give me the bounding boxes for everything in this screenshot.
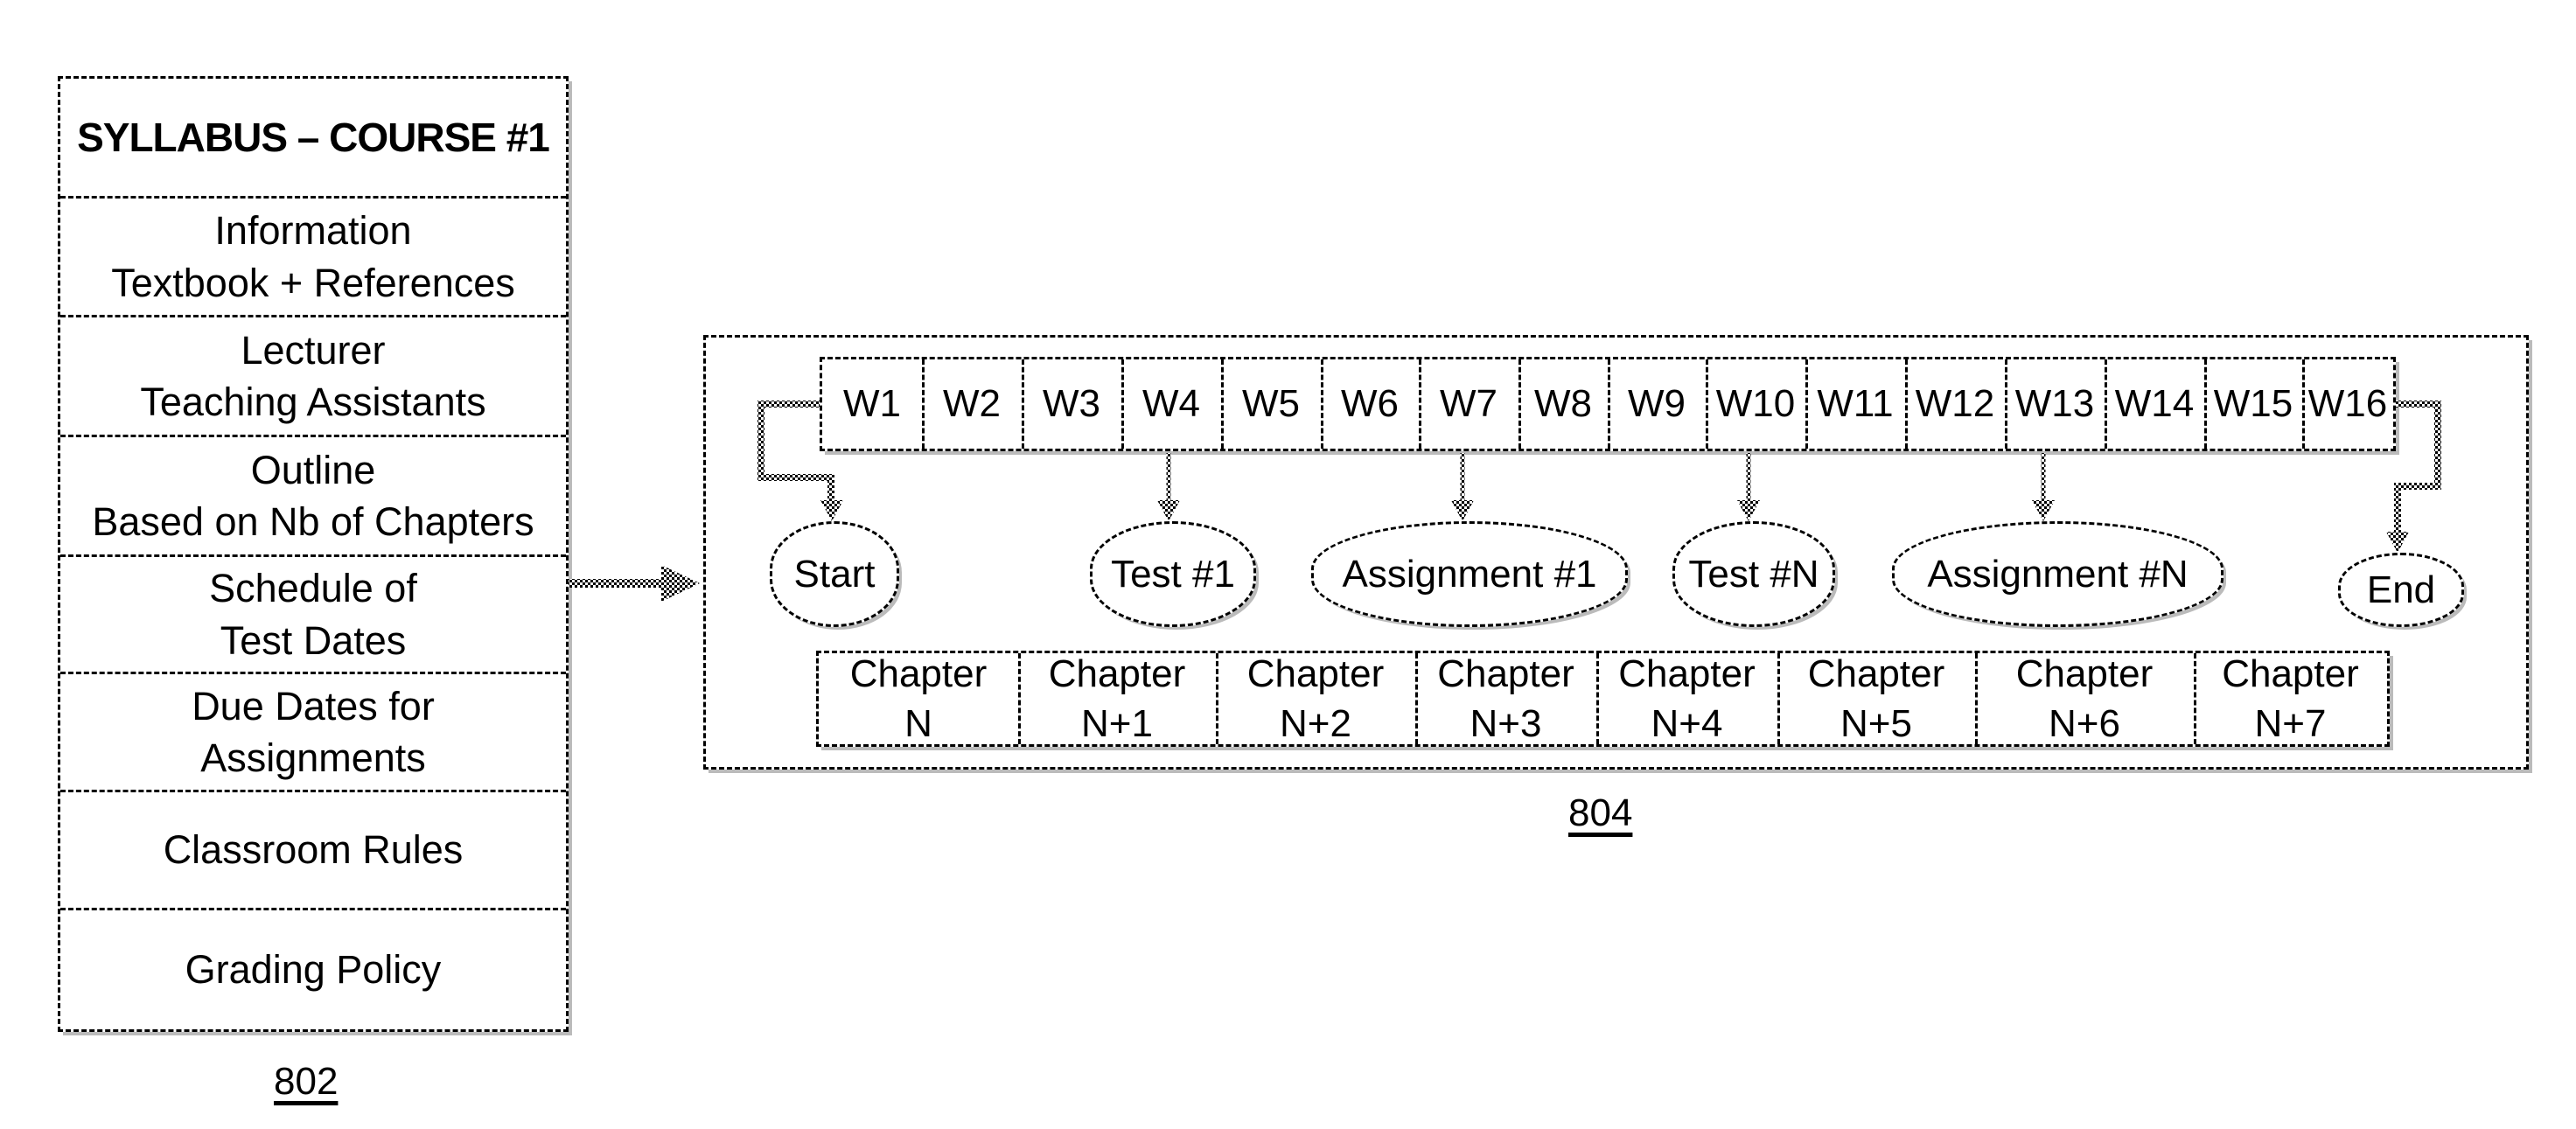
chapter-number: N+6 (2049, 702, 2120, 745)
chapter-number: N+5 (1840, 702, 1912, 745)
chapter-number: N (904, 702, 932, 745)
event-start: Start (770, 521, 899, 627)
syllabus-item-test-schedule: Schedule of Test Dates (60, 557, 566, 674)
chapter-label: Chapter (2222, 652, 2359, 695)
chapter-number: N+3 (1470, 702, 1542, 745)
arrow-head (661, 565, 700, 602)
week-cell: W14 (2105, 359, 2207, 449)
syllabus-title: SYLLABUS – COURSE #1 (60, 79, 566, 199)
chapter-label: Chapter (849, 652, 988, 695)
chapter-label: Chapter (1618, 652, 1756, 695)
syllabus-box: SYLLABUS – COURSE #1 Information Textboo… (58, 76, 569, 1032)
chapter-cell: Chapter N+2 (1216, 652, 1418, 745)
week-cell: W10 (1706, 359, 1808, 449)
chapter-number: N+1 (1081, 702, 1153, 745)
syllabus-item-lecturer: Lecturer Teaching Assistants (60, 317, 566, 437)
chapter-number: N+4 (1651, 702, 1723, 745)
schedule-ref-label: 804 (1568, 791, 1633, 834)
week-cell: W3 (1022, 359, 1124, 449)
week-cell: W16 (2307, 382, 2388, 425)
chapter-cell: Chapter N+3 (1415, 652, 1599, 745)
chapter-label: Chapter (1437, 652, 1574, 695)
syllabus-item-due-dates: Due Dates for Assignments (60, 674, 566, 792)
syllabus-ref-label: 802 (274, 1060, 339, 1103)
syllabus-item-information: Information Textbook + References (60, 199, 566, 317)
chapter-cell: Chapter N+5 (1777, 652, 1978, 745)
syllabus-item-grading-policy: Grading Policy (185, 947, 442, 993)
chapter-cell: Chapter N+7 (2194, 652, 2387, 745)
event-end: End (2338, 553, 2464, 627)
week-cell: W6 (1321, 359, 1421, 449)
chapter-label: Chapter (1807, 652, 1945, 695)
week-cell: W7 (1419, 359, 1521, 449)
chapter-number: N+2 (1280, 702, 1351, 745)
chapter-label: Chapter (1246, 652, 1385, 695)
chapters-row: Chapter N Chapter N+1 Chapter N+2 Chapter N+… (816, 651, 2390, 747)
week-cell: W1 (822, 359, 925, 449)
week-cell: W15 (2204, 359, 2305, 449)
week-cell: W5 (1221, 359, 1323, 449)
arrow-shaft (569, 579, 667, 588)
event-assignment-n: Assignment #N (1892, 521, 2223, 627)
chapter-cell: Chapter N+4 (1596, 652, 1780, 745)
week-cell: W13 (2005, 359, 2107, 449)
event-assignment-1: Assignment #1 (1311, 521, 1628, 627)
week-cell: W11 (1805, 359, 1908, 449)
chapter-cell: Chapter N (819, 652, 1021, 745)
chapter-number: N+7 (2254, 702, 2327, 745)
syllabus-item-outline: Outline Based on Nb of Chapters (60, 437, 566, 557)
event-test-n: Test #N (1672, 521, 1835, 627)
syllabus-item-classroom-rules: Classroom Rules (60, 792, 566, 910)
chapter-label: Chapter (1048, 652, 1186, 695)
chapter-label: Chapter (2015, 652, 2154, 695)
week-cell: W8 (1518, 359, 1610, 449)
week-cell: W9 (1608, 359, 1708, 449)
event-test-1: Test #1 (1090, 521, 1256, 627)
chapter-cell: Chapter N+6 (1975, 652, 2196, 745)
syllabus-to-schedule-arrow (569, 565, 700, 602)
chapter-cell: Chapter N+1 (1018, 652, 1218, 745)
weeks-row: W1 W2 W3 W4 W5 W6 W7 W8 W9 W10 W11 W12 W… (820, 357, 2396, 451)
week-cell: W2 (922, 359, 1024, 449)
week-cell: W4 (1121, 359, 1224, 449)
week-cell: W12 (1905, 359, 2007, 449)
